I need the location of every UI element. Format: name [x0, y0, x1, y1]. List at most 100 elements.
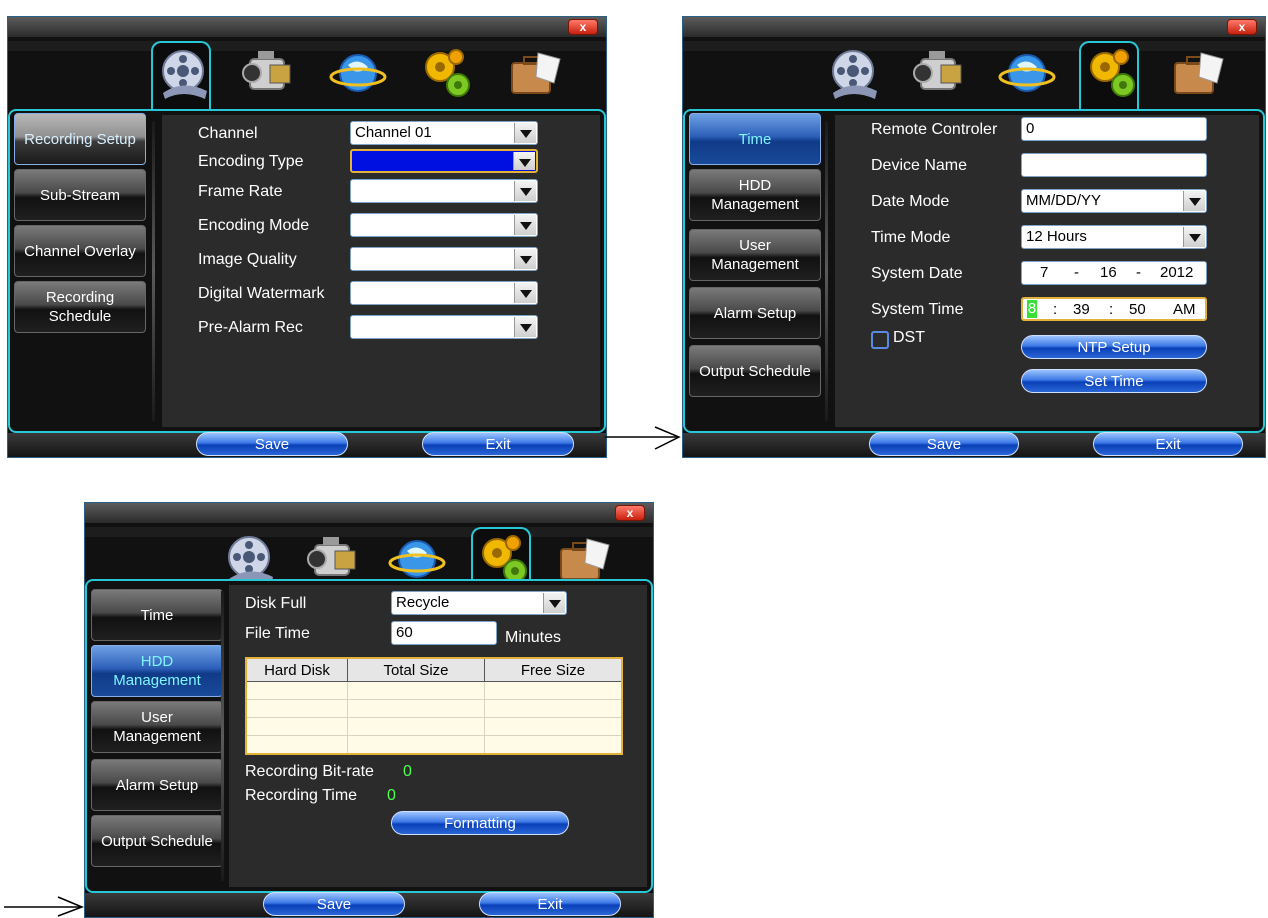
table-row[interactable]	[245, 735, 623, 755]
close-button[interactable]: x	[1227, 19, 1257, 35]
sidebar-item-time[interactable]: Time	[689, 113, 821, 165]
device-name-input[interactable]	[1021, 153, 1207, 177]
sidebar-item-output-schedule[interactable]: Output Schedule	[689, 345, 821, 397]
chevron-down-icon	[514, 181, 536, 201]
set-time-button[interactable]: Set Time	[1021, 369, 1207, 393]
table-row[interactable]	[245, 681, 623, 700]
pre-alarm-rec-label: Pre-Alarm Rec	[198, 319, 303, 336]
close-button[interactable]: x	[568, 19, 598, 35]
footer-bar: Save Exit	[85, 892, 653, 917]
sidebar-item-alarm-setup[interactable]: Alarm Setup	[91, 759, 223, 811]
date-mode-label: Date Mode	[871, 193, 950, 210]
chevron-down-icon	[514, 249, 536, 269]
formatting-button[interactable]: Formatting	[391, 811, 569, 835]
pre-alarm-rec-select[interactable]	[350, 315, 538, 339]
sidebar-item-alarm-setup[interactable]: Alarm Setup	[689, 287, 821, 339]
sidebar-item-user-management[interactable]: User Management	[689, 229, 821, 281]
sidebar-item-user-management[interactable]: User Management	[91, 701, 223, 753]
date-year[interactable]: 2012	[1160, 262, 1193, 284]
tab-record[interactable]	[151, 41, 211, 111]
column-header: Free Size	[484, 657, 623, 682]
recording-setup-window: x Recording Setup Sub-Stream Channel Ove…	[7, 16, 607, 458]
tab-system[interactable]	[416, 43, 476, 103]
title-bar	[85, 503, 653, 523]
date-day[interactable]: 16	[1100, 262, 1117, 284]
digital-watermark-select[interactable]	[350, 281, 538, 305]
frame-rate-select[interactable]	[350, 179, 538, 203]
encoding-mode-label: Encoding Mode	[198, 217, 310, 234]
date-mode-select[interactable]: MM/DD/YY	[1021, 189, 1207, 213]
table-row[interactable]	[245, 717, 623, 736]
panel-frame: Time HDD Management User Management Alar…	[85, 579, 653, 893]
chevron-down-icon	[514, 317, 536, 337]
sidebar-item-hdd-management[interactable]: HDD Management	[91, 645, 223, 697]
divider	[152, 121, 155, 421]
channel-value: Channel 01	[355, 124, 432, 141]
tab-camera[interactable]	[238, 43, 298, 103]
time-second[interactable]: 50	[1129, 299, 1146, 321]
tab-record[interactable]	[823, 43, 883, 103]
gears-icon	[1090, 49, 1135, 97]
sidebar-item-sub-stream[interactable]: Sub-Stream	[14, 169, 146, 221]
footer-bar: Save Exit	[683, 432, 1265, 457]
sidebar-item-channel-overlay[interactable]: Channel Overlay	[14, 225, 146, 277]
tab-tools[interactable]	[504, 43, 564, 103]
file-time-label: File Time	[245, 625, 310, 642]
sidebar-item-output-schedule[interactable]: Output Schedule	[91, 815, 223, 867]
tab-bar	[683, 37, 1265, 111]
time-ampm[interactable]: AM	[1173, 299, 1196, 321]
arrow-connector	[605, 426, 681, 450]
system-date-input[interactable]: 7 - 16 - 2012	[1021, 261, 1207, 285]
time-hour[interactable]: 8	[1027, 300, 1037, 318]
save-button[interactable]: Save	[196, 432, 348, 456]
exit-button[interactable]: Exit	[1093, 432, 1243, 456]
globe-network-icon	[998, 53, 1056, 93]
disk-full-label: Disk Full	[245, 595, 307, 612]
encoding-type-label: Encoding Type	[198, 153, 304, 170]
save-button[interactable]: Save	[869, 432, 1019, 456]
ntp-setup-button[interactable]: NTP Setup	[1021, 335, 1207, 359]
sidebar-item-hdd-management[interactable]: HDD Management	[689, 169, 821, 221]
chevron-down-icon	[1183, 191, 1205, 211]
file-time-input[interactable]: 60	[391, 621, 497, 645]
channel-select[interactable]: Channel 01	[350, 121, 538, 145]
tab-network[interactable]	[997, 43, 1057, 103]
image-quality-label: Image Quality	[198, 251, 297, 268]
table-row[interactable]	[245, 699, 623, 718]
exit-button[interactable]: Exit	[479, 892, 621, 916]
divider	[825, 121, 828, 421]
system-time-input[interactable]: 8 : 39 : 50 AM	[1021, 297, 1207, 321]
encoding-type-select[interactable]	[350, 149, 538, 173]
exit-button[interactable]: Exit	[422, 432, 574, 456]
encoding-mode-select[interactable]	[350, 213, 538, 237]
save-button[interactable]: Save	[263, 892, 405, 916]
tab-camera[interactable]	[909, 43, 969, 103]
dst-label: DST	[893, 329, 925, 346]
tab-network[interactable]	[328, 43, 388, 103]
device-name-label: Device Name	[871, 157, 968, 174]
dst-checkbox[interactable]	[871, 331, 889, 349]
disk-full-select[interactable]: Recycle	[391, 591, 567, 615]
date-mode-value: MM/DD/YY	[1026, 192, 1101, 209]
frame-rate-label: Frame Rate	[198, 183, 283, 200]
panel-frame: Recording Setup Sub-Stream Channel Overl…	[8, 109, 606, 433]
tab-tools[interactable]	[1167, 43, 1227, 103]
camcorder-icon	[913, 50, 962, 90]
remote-controller-input[interactable]: 0	[1021, 117, 1207, 141]
time-minute[interactable]: 39	[1073, 299, 1090, 321]
title-bar	[8, 17, 606, 37]
sidebar-item-time[interactable]: Time	[91, 589, 223, 641]
date-month[interactable]: 7	[1040, 262, 1048, 284]
chevron-down-icon	[543, 593, 565, 613]
recording-time-label: Recording Time	[245, 787, 358, 804]
close-button[interactable]: x	[615, 505, 645, 521]
sidebar-item-recording-schedule[interactable]: Recording Schedule	[14, 281, 146, 333]
gears-icon	[425, 49, 470, 97]
file-time-unit: Minutes	[505, 629, 562, 646]
sidebar-item-recording-setup[interactable]: Recording Setup	[14, 113, 146, 165]
camcorder-icon	[242, 50, 291, 90]
chevron-down-icon	[514, 283, 536, 303]
time-mode-select[interactable]: 12 Hours	[1021, 225, 1207, 249]
image-quality-select[interactable]	[350, 247, 538, 271]
tab-system[interactable]	[1079, 41, 1139, 111]
